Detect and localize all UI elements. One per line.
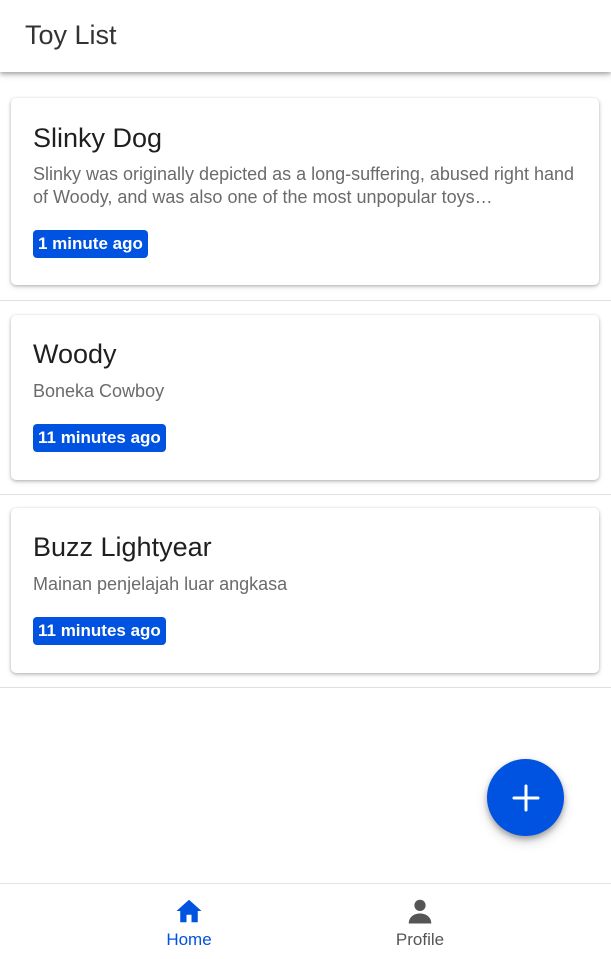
nav-item-profile[interactable]: Profile [360, 884, 480, 959]
toy-name: Slinky Dog [33, 123, 163, 153]
time-badge: 1 minute ago [33, 230, 148, 258]
toy-name: Buzz Lightyear [33, 532, 212, 562]
toy-name: Woody [33, 339, 117, 369]
time-badge: 11 minutes ago [33, 617, 166, 645]
toy-description: Slinky was originally depicted as a long… [33, 164, 574, 207]
list-item: Woody Boneka Cowboy 11 minutes ago [0, 301, 611, 495]
toy-description: Mainan penjelajah luar angkasa [33, 574, 288, 594]
nav-label-profile: Profile [395, 930, 445, 949]
bottom-navigation: Home Profile [0, 883, 611, 959]
toy-card-woody[interactable]: Woody Boneka Cowboy 11 minutes ago [11, 315, 599, 480]
add-toy-button[interactable] [487, 759, 564, 836]
app-bar: Toy List [0, 0, 611, 72]
nav-label-home: Home [166, 930, 212, 949]
list-item: Slinky Dog Slinky was originally depicte… [0, 72, 611, 301]
time-badge: 11 minutes ago [33, 424, 166, 452]
toy-card-slinky-dog[interactable]: Slinky Dog Slinky was originally depicte… [11, 98, 599, 285]
person-icon [408, 899, 432, 924]
toy-description: Boneka Cowboy [33, 381, 165, 401]
toy-list: Slinky Dog Slinky was originally depicte… [0, 72, 611, 688]
list-item: Buzz Lightyear Mainan penjelajah luar an… [0, 495, 611, 688]
nav-item-home[interactable]: Home [129, 884, 249, 959]
home-icon [176, 899, 202, 923]
plus-icon [512, 784, 539, 811]
toy-card-buzz-lightyear[interactable]: Buzz Lightyear Mainan penjelajah luar an… [11, 508, 599, 673]
page-title: Toy List [25, 20, 117, 50]
